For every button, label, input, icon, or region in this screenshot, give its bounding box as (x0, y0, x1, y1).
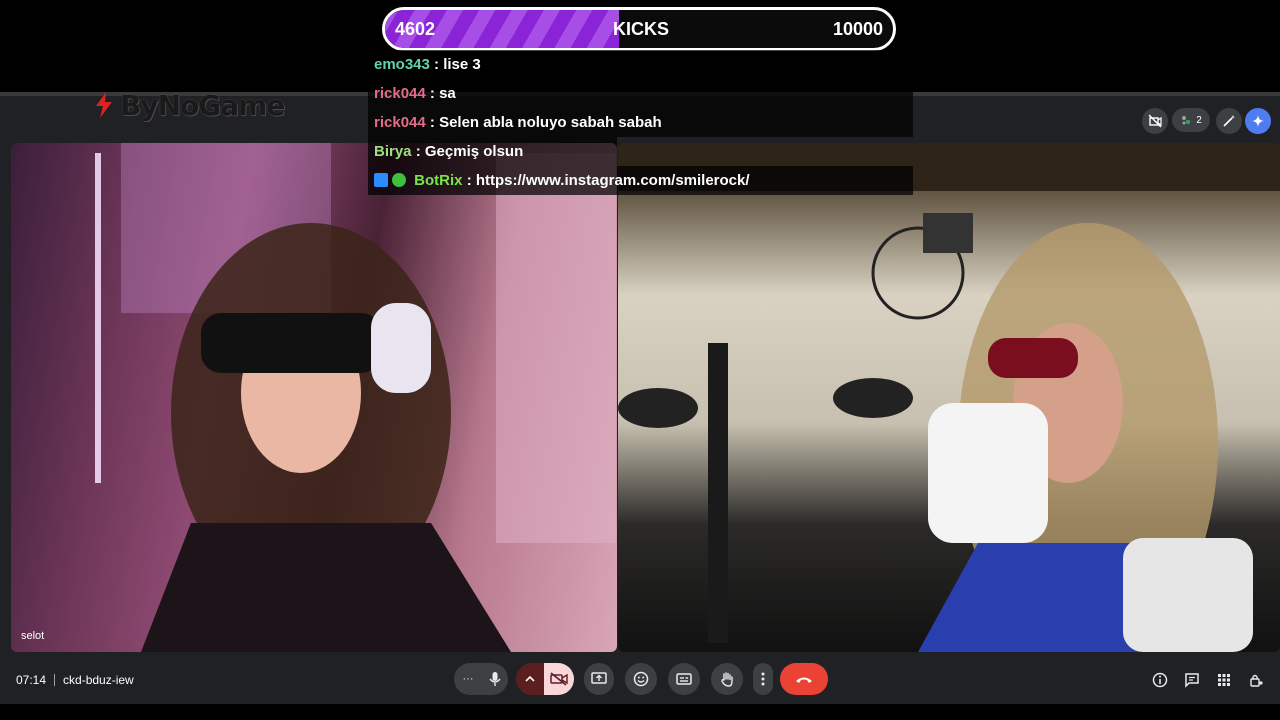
emoji-icon (633, 671, 649, 687)
meeting-info: 07:14 ckd-bduz-iew (16, 672, 134, 688)
camera-off-indicator-icon[interactable] (1142, 108, 1168, 134)
chat-text: Selen abla noluyo sabah sabah (439, 114, 662, 131)
chat-separator: : (415, 143, 421, 160)
chat-username: Birya (374, 143, 412, 160)
chevron-up-icon (525, 675, 535, 682)
chat-message: BotRix : https://www.instagram.com/smile… (368, 166, 913, 195)
present-screen-icon (591, 672, 607, 684)
chat-message: Birya : Geçmiş olsun (368, 137, 617, 166)
host-controls-button[interactable] (1247, 671, 1265, 689)
raise-hand-button[interactable] (711, 663, 743, 695)
apps-grid-icon (1218, 674, 1230, 686)
leave-call-button[interactable] (780, 663, 828, 695)
more-dots-icon: ··· (462, 673, 474, 685)
chat-separator: : (466, 172, 472, 189)
captions-button[interactable] (668, 663, 700, 695)
chat-message: rick044 : Selen abla noluyo sabah sabah (368, 108, 913, 137)
activities-button[interactable] (1215, 671, 1233, 689)
chat-username: emo343 (374, 56, 430, 73)
overlay-logo-text: ByNoGame (120, 88, 285, 122)
chat-text: Geçmiş olsun (424, 143, 524, 160)
chat-button[interactable] (1183, 671, 1201, 689)
participants-button[interactable]: 2 (1172, 108, 1210, 132)
raise-hand-icon (721, 672, 733, 687)
participant-tile-guest[interactable] (618, 143, 1280, 652)
audio-options-button[interactable]: ··· (454, 663, 482, 695)
chat-message: emo343 : lise 3 (368, 50, 913, 79)
participants-icon (1182, 116, 1191, 125)
kicks-goal-count: 10000 (832, 19, 883, 39)
info-divider (54, 674, 56, 686)
more-vertical-icon (761, 672, 765, 686)
overlay-logo: ByNoGame (92, 86, 285, 124)
chat-text: https://www.instagram.com/smilerock/ (475, 172, 750, 189)
chat-text: lise 3 (443, 56, 481, 73)
bottom-edge (0, 704, 1280, 720)
captions-icon (676, 673, 692, 685)
chat-username: rick044 (374, 114, 426, 131)
bynogame-logo-icon (96, 92, 112, 118)
participant-count: 2 (1196, 114, 1202, 126)
chat-message: rick044 : sa (368, 79, 913, 108)
kicks-current-count: 4602 (395, 19, 436, 39)
gemini-sparkle-icon[interactable] (1245, 108, 1271, 134)
more-options-button[interactable] (753, 663, 773, 695)
chat-text: sa (439, 85, 456, 102)
chat-separator: : (429, 114, 435, 131)
participant-tile-selot[interactable]: selot (11, 143, 617, 652)
kicks-label: KICKS (613, 19, 670, 39)
verified-badge-icon (392, 173, 406, 187)
info-icon (1152, 672, 1168, 688)
video-feed-right (618, 143, 1280, 652)
chat-icon (1185, 673, 1199, 688)
chat-separator: : (434, 56, 440, 73)
lock-person-icon (1250, 674, 1263, 687)
present-screen-button[interactable] (584, 663, 614, 695)
reactions-button[interactable] (625, 663, 657, 695)
camera-off-icon (550, 672, 568, 686)
effects-wand-icon[interactable] (1216, 108, 1242, 134)
hang-up-icon (796, 677, 812, 683)
bot-badge-icon (374, 173, 388, 187)
participant-name-label: selot (21, 630, 45, 642)
kicks-goal-bar: 4602 KICKS 10000 (382, 7, 896, 51)
microphone-icon (489, 672, 501, 686)
camera-options-button[interactable] (516, 663, 544, 695)
video-feed-left (95, 143, 616, 652)
chat-username: rick044 (374, 85, 426, 102)
stream-chat-overlay: emo343 : lise 3 rick044 : sa rick044 : S… (368, 50, 913, 195)
chat-separator: : (429, 85, 435, 102)
meeting-code[interactable]: ckd-bduz-iew (63, 673, 134, 687)
meeting-time: 07:14 (16, 673, 47, 687)
meeting-details-button[interactable] (1151, 671, 1169, 689)
chat-username: BotRix (414, 172, 463, 189)
